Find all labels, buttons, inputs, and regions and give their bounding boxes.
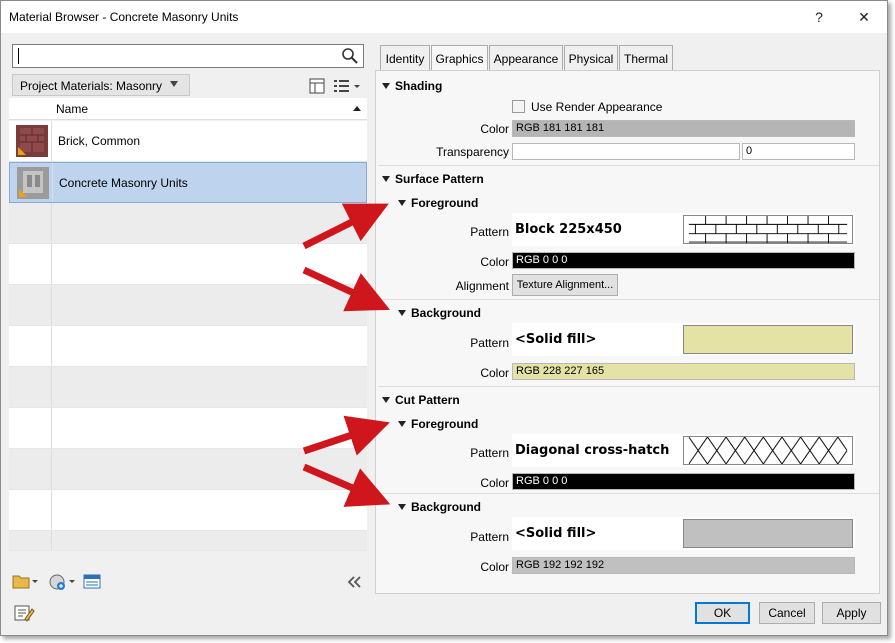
chevron-down-icon[interactable]	[170, 81, 178, 87]
brick-material-thumbnail	[16, 125, 48, 157]
surface-fg-color-field[interactable]: RGB 0 0 0	[512, 252, 855, 269]
collapse-pane-icon	[347, 576, 361, 588]
transparency-label: Transparency	[436, 145, 509, 159]
cut-bg-color-field[interactable]: RGB 192 192 192	[512, 557, 855, 574]
library-footer-toolbar	[12, 574, 361, 590]
material-name: Brick, Common	[58, 134, 141, 148]
surface-fg-color-label: Color	[480, 255, 509, 269]
list-item-empty	[9, 285, 367, 326]
list-item-empty	[9, 531, 367, 551]
cut-pattern-section-header[interactable]: Cut Pattern	[382, 393, 460, 407]
texture-alignment-button[interactable]: Texture Alignment...	[512, 274, 618, 296]
cut-fg-pattern-field[interactable]: Diagonal cross-hatch	[512, 434, 855, 467]
surface-bg-color-field[interactable]: RGB 228 227 165	[512, 363, 855, 380]
close-button[interactable]: ✕	[848, 5, 880, 29]
collapse-triangle-icon	[382, 176, 390, 182]
material-name: Concrete Masonry Units	[59, 176, 188, 190]
cut-background-header[interactable]: Background	[398, 500, 481, 514]
tab-physical[interactable]: Physical	[564, 45, 618, 71]
graphics-panel: Shading Use Render Appearance Color RGB …	[375, 70, 880, 594]
library-breadcrumb[interactable]: Project Materials: Masonry	[12, 74, 190, 96]
ok-button[interactable]: OK	[695, 602, 750, 624]
cut-fg-pattern-label: Pattern	[470, 446, 509, 460]
shading-section-header[interactable]: Shading	[382, 79, 442, 93]
list-item-empty	[9, 490, 367, 531]
cut-fg-color-label: Color	[480, 476, 509, 490]
material-list-pane: Project Materials: Masonry Name Brick, C…	[9, 41, 367, 594]
open-library-icon	[12, 575, 38, 589]
create-material-icon	[49, 574, 75, 590]
collapse-triangle-icon	[398, 504, 406, 510]
help-button[interactable]: ?	[803, 5, 835, 29]
collapse-triangle-icon	[398, 421, 406, 427]
surface-bg-color-label: Color	[480, 366, 509, 380]
pattern-name: <Solid fill>	[515, 332, 597, 347]
collapse-triangle-icon	[398, 200, 406, 206]
cancel-button[interactable]: Cancel	[759, 602, 815, 624]
cut-bg-pattern-label: Pattern	[470, 530, 509, 544]
edit-notes-icon[interactable]	[13, 603, 35, 623]
material-list: Brick, Common Concrete Masonry Units	[9, 121, 367, 551]
material-browser-window: Material Browser - Concrete Masonry Unit…	[0, 0, 888, 636]
solid-fill-preview	[683, 325, 853, 354]
search-input[interactable]	[12, 44, 364, 68]
cut-fg-color-field[interactable]: RGB 0 0 0	[512, 473, 855, 490]
panel-layout-icon	[309, 78, 325, 94]
collapse-triangle-icon	[398, 310, 406, 316]
list-item-empty	[9, 244, 367, 285]
name-column-header[interactable]: Name	[56, 102, 88, 116]
collapse-triangle-icon	[382, 397, 390, 403]
cut-foreground-header[interactable]: Foreground	[398, 417, 478, 431]
crosshatch-pattern-preview	[683, 436, 853, 465]
transparency-slider[interactable]	[512, 143, 740, 160]
concrete-material-thumbnail	[17, 167, 49, 199]
use-render-appearance-label: Use Render Appearance	[531, 100, 663, 114]
pattern-name: Diagonal cross-hatch	[515, 443, 670, 458]
shading-color-field[interactable]: RGB 181 181 181	[512, 120, 855, 137]
collapse-triangle-icon	[382, 83, 390, 89]
surface-foreground-header[interactable]: Foreground	[398, 196, 478, 210]
breadcrumb-label: Project Materials: Masonry	[20, 79, 163, 93]
alignment-label: Alignment	[455, 279, 509, 293]
view-options[interactable]	[307, 76, 365, 96]
list-item-empty	[9, 449, 367, 490]
solid-fill-preview	[683, 519, 853, 548]
list-item-selected[interactable]: Concrete Masonry Units	[9, 162, 367, 203]
asset-browser-icon	[83, 574, 101, 589]
tab-thermal[interactable]: Thermal	[619, 45, 673, 71]
cut-bg-pattern-field[interactable]: <Solid fill>	[512, 517, 855, 550]
text-caret	[18, 48, 19, 64]
list-item-empty	[9, 367, 367, 408]
tab-graphics[interactable]: Graphics	[431, 45, 488, 71]
surface-background-header[interactable]: Background	[398, 306, 481, 320]
search-icon[interactable]	[341, 47, 359, 65]
tab-appearance[interactable]: Appearance	[489, 45, 563, 71]
block-pattern-preview	[683, 215, 853, 244]
surface-pattern-section-header[interactable]: Surface Pattern	[382, 172, 484, 186]
use-render-appearance-checkbox[interactable]	[512, 100, 525, 113]
list-item-empty	[9, 326, 367, 367]
surface-fg-pattern-field[interactable]: Block 225x450	[512, 213, 855, 246]
transparency-value-field[interactable]: 0	[742, 143, 855, 160]
surface-fg-pattern-label: Pattern	[470, 225, 509, 239]
title-bar: Material Browser - Concrete Masonry Unit…	[1, 1, 887, 33]
material-editor-pane: Identity Graphics Appearance Physical Th…	[374, 41, 880, 594]
cut-bg-color-label: Color	[480, 560, 509, 574]
list-view-icon	[334, 80, 360, 92]
list-header[interactable]: Name	[9, 98, 367, 120]
shading-color-label: Color	[480, 122, 509, 136]
apply-button[interactable]: Apply	[822, 602, 881, 624]
sort-ascending-icon	[353, 106, 361, 111]
pattern-name: <Solid fill>	[515, 526, 597, 541]
list-item-empty	[9, 408, 367, 449]
list-item-empty	[9, 203, 367, 244]
surface-bg-pattern-field[interactable]: <Solid fill>	[512, 323, 855, 356]
surface-bg-pattern-label: Pattern	[470, 336, 509, 350]
tab-identity[interactable]: Identity	[380, 45, 430, 71]
window-title: Material Browser - Concrete Masonry Unit…	[9, 10, 239, 24]
pattern-name: Block 225x450	[515, 222, 622, 237]
list-item[interactable]: Brick, Common	[9, 121, 367, 162]
